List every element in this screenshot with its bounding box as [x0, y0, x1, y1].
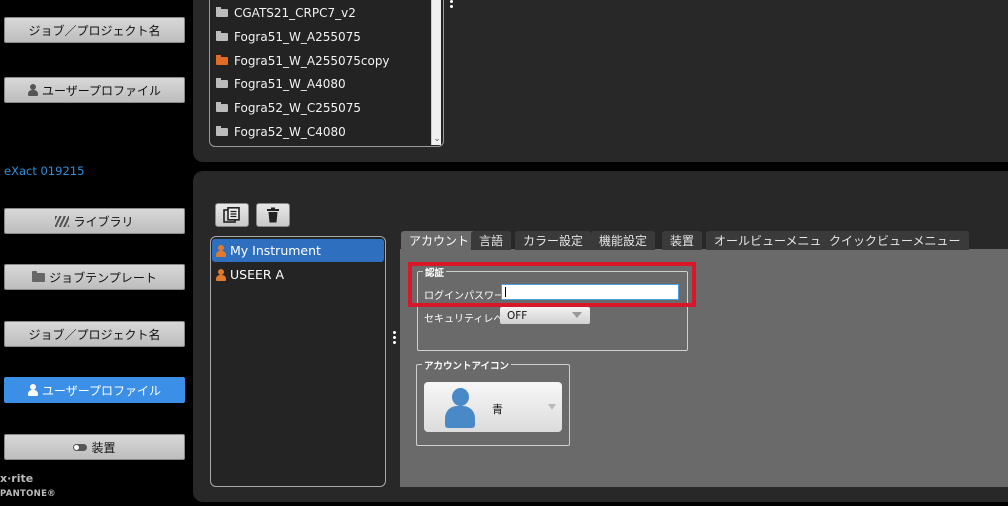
folder-icon: [216, 126, 228, 136]
chevron-down-icon: [572, 312, 582, 318]
device-name: eXact 019215: [4, 164, 85, 178]
folder-open-icon: [216, 55, 228, 65]
tab-function-settings[interactable]: 機能設定: [591, 231, 656, 250]
person-icon: [27, 84, 38, 96]
account-icon-value: 青: [492, 403, 503, 416]
tab-color-settings[interactable]: カラー設定: [515, 231, 592, 250]
user-list[interactable]: My Instrument USEER A: [210, 236, 386, 487]
sidebar-user-profile-button-active[interactable]: ユーザープロファイル: [4, 377, 185, 403]
folder-icon: [216, 102, 228, 112]
list-item[interactable]: Fogra52_W_C4080: [216, 122, 346, 142]
sidebar-library-button[interactable]: ライブラリ: [4, 208, 185, 234]
chevron-down-icon[interactable]: ⌄: [433, 135, 441, 144]
list-item[interactable]: Fogra52_W_C255075: [216, 98, 361, 118]
person-icon: [216, 244, 226, 257]
user-name: USEER A: [230, 267, 285, 282]
person-icon: [445, 388, 475, 428]
list-item[interactable]: Fogra51_W_A4080: [216, 74, 346, 94]
sidebar-button-label: ジョブ／プロジェクト名: [28, 327, 161, 342]
file-name: Fogra51_W_A255075copy: [234, 54, 390, 68]
file-name: Fogra51_W_A4080: [234, 77, 346, 91]
copy-icon: [223, 207, 240, 223]
sidebar-user-profile-button[interactable]: ユーザープロファイル: [4, 77, 185, 103]
sidebar-device-button[interactable]: 装置: [4, 434, 185, 460]
highlight-box: [408, 262, 696, 307]
person-icon: [216, 268, 226, 281]
delete-button[interactable]: [256, 203, 290, 227]
sidebar-button-label: ライブラリ: [73, 214, 134, 229]
list-item[interactable]: USEER A: [212, 263, 384, 286]
resize-handle[interactable]: [392, 331, 396, 344]
sidebar-button-label: ユーザープロファイル: [41, 383, 162, 398]
sidebar-button-label: ジョブテンプレート: [49, 270, 157, 285]
chevron-down-icon: [548, 404, 556, 410]
trash-icon: [267, 207, 279, 223]
tab-account[interactable]: アカウント: [401, 231, 478, 250]
file-name: Fogra52_W_C255075: [234, 101, 362, 115]
folder-icon: [216, 31, 228, 41]
list-item[interactable]: Fogra51_W_A255075: [216, 27, 361, 47]
folder-icon: [216, 78, 228, 88]
folder-icon: [216, 7, 228, 17]
account-icon-group-title: アカウントアイコン: [422, 358, 512, 372]
sidebar-job-project-button[interactable]: ジョブ／プロジェクト名: [4, 17, 185, 43]
user-name: My Instrument: [230, 243, 321, 258]
file-name: Fogra52_W_C4080: [234, 125, 346, 139]
tab-device[interactable]: 装置: [662, 231, 703, 250]
sidebar-button-label: ユーザープロファイル: [41, 83, 162, 98]
security-level-select[interactable]: OFF: [500, 307, 590, 324]
resize-handle-top[interactable]: [449, 0, 453, 8]
tab-language[interactable]: 言語: [471, 231, 512, 250]
file-list[interactable]: CGATS21_CRPC7_v2 Fogra51_W_A255075 Fogra…: [209, 0, 444, 147]
list-item[interactable]: My Instrument: [212, 239, 384, 262]
toggle-icon: [73, 443, 88, 451]
pantone-logo: PANTONE®: [0, 489, 56, 499]
sidebar-button-label: 装置: [91, 440, 116, 455]
folder-icon: [32, 270, 46, 282]
list-item[interactable]: Fogra51_W_A255075copy: [216, 51, 390, 71]
file-name: Fogra51_W_A255075: [234, 30, 361, 44]
person-icon: [27, 384, 38, 396]
sidebar-job-template-button[interactable]: ジョブテンプレート: [4, 264, 185, 290]
security-level-value: OFF: [507, 309, 528, 322]
scrollbar[interactable]: ⌄: [431, 0, 441, 145]
file-name: CGATS21_CRPC7_v2: [234, 6, 356, 20]
list-item[interactable]: CGATS21_CRPC7_v2: [216, 3, 356, 23]
xrite-logo: x·rite: [0, 472, 34, 485]
library-icon: [55, 215, 70, 227]
account-icon-select[interactable]: 青: [424, 382, 562, 432]
sidebar-button-label: ジョブ／プロジェクト名: [28, 23, 161, 38]
sidebar-job-project-button-2[interactable]: ジョブ／プロジェクト名: [4, 321, 185, 347]
copy-button[interactable]: [215, 203, 249, 227]
tab-quick-view-menu[interactable]: クイックビューメニュー: [821, 231, 969, 250]
